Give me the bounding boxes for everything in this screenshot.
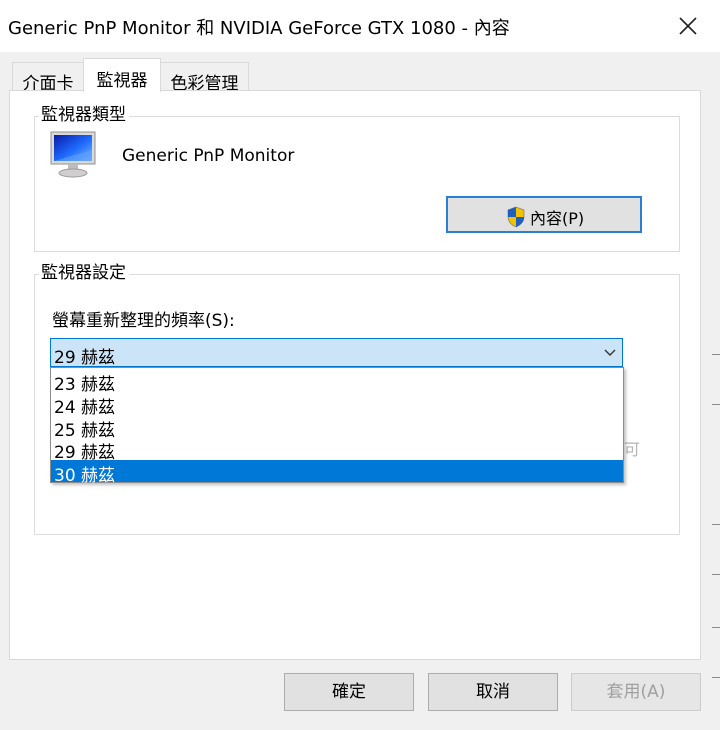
- chevron-down-icon: [604, 349, 616, 356]
- tab-monitor[interactable]: 監視器: [83, 58, 161, 92]
- dropdown-option[interactable]: 23 赫茲: [51, 369, 623, 395]
- properties-button[interactable]: 內容(P): [446, 196, 642, 233]
- tab-monitor-label: 監視器: [96, 71, 148, 91]
- dropdown-option[interactable]: 25 赫茲: [51, 415, 623, 441]
- dropdown-option[interactable]: 24 赫茲: [51, 392, 623, 418]
- obscured-checkbox-text: 可: [624, 440, 641, 459]
- dropdown-option-highlighted[interactable]: 30 赫茲: [51, 460, 623, 486]
- refresh-rate-select[interactable]: 29 赫茲: [50, 338, 623, 368]
- close-icon: [679, 17, 697, 35]
- monitor-settings-group-title: 監視器設定: [39, 263, 129, 283]
- properties-button-label: 內容(P): [530, 209, 585, 228]
- cancel-button[interactable]: 取消: [428, 673, 558, 711]
- refresh-rate-selected-value: 29 赫茲: [54, 348, 116, 368]
- tab-color-management[interactable]: 色彩管理: [160, 62, 249, 94]
- monitor-type-group-title: 監視器類型: [39, 105, 129, 125]
- ok-button[interactable]: 確定: [284, 673, 414, 711]
- uac-shield-icon: [507, 206, 525, 228]
- title-bar: Generic PnP Monitor 和 NVIDIA GeForce GTX…: [0, 0, 720, 52]
- monitor-name: Generic PnP Monitor: [122, 146, 295, 166]
- apply-button[interactable]: 套用(A): [571, 673, 701, 711]
- close-button[interactable]: [662, 6, 714, 46]
- refresh-rate-dropdown-list: 23 赫茲 24 赫茲 25 赫茲 29 赫茲 30 赫茲: [50, 367, 624, 486]
- tab-adapter[interactable]: 介面卡: [12, 62, 84, 94]
- window-title: Generic PnP Monitor 和 NVIDIA GeForce GTX…: [8, 18, 510, 39]
- background-window-edge: [712, 52, 720, 730]
- dropdown-option[interactable]: 29 赫茲: [51, 437, 623, 463]
- monitor-icon: [50, 131, 96, 178]
- refresh-rate-label: 螢幕重新整理的頻率(S):: [52, 311, 235, 331]
